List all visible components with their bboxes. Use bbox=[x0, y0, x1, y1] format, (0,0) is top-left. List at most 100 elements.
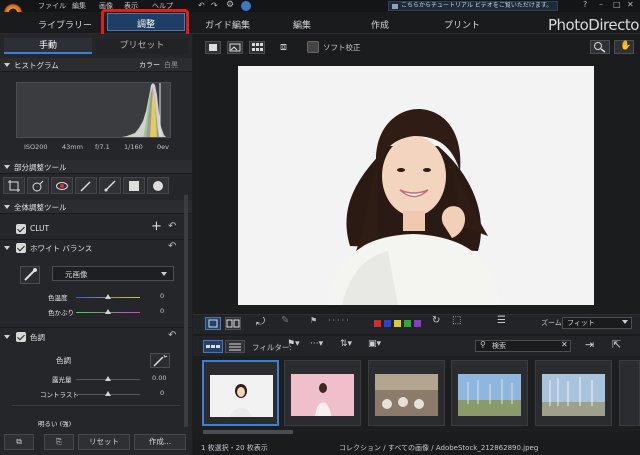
sort-menu-icon[interactable]: ☰ bbox=[497, 315, 506, 326]
crop-overlay-icon[interactable]: ⬚ bbox=[452, 315, 461, 326]
tone-checkbox[interactable] bbox=[16, 332, 26, 342]
sort-order-icon[interactable]: ⇅▾ bbox=[340, 339, 352, 349]
add-clut-icon[interactable]: + bbox=[151, 219, 162, 234]
view-grid-icon[interactable] bbox=[249, 41, 265, 54]
subtab-manual[interactable]: 手動 bbox=[4, 38, 92, 54]
menu-file[interactable]: ファイル bbox=[38, 1, 66, 11]
filmstrip-view-button[interactable] bbox=[203, 340, 223, 353]
tab-print[interactable]: プリント bbox=[444, 18, 480, 31]
stack-dropdown-icon[interactable]: ▣▾ bbox=[368, 339, 381, 349]
brand-wordmark: PhotoDirector bbox=[548, 16, 640, 34]
tab-edit[interactable]: 編集 bbox=[293, 18, 311, 31]
maximize-icon[interactable]: □ bbox=[613, 0, 621, 9]
view-single-icon[interactable] bbox=[205, 41, 221, 54]
histogram-section-header[interactable]: ヒストグラム カラー 白黒 bbox=[0, 58, 192, 72]
red-eye-tool-button[interactable] bbox=[51, 177, 73, 194]
minimize-icon[interactable]: – bbox=[599, 0, 603, 9]
selection-count: 1 枚選択・20 枚表示 bbox=[201, 444, 268, 452]
contrast-slider-knob[interactable] bbox=[105, 391, 111, 396]
white-balance-checkbox[interactable] bbox=[16, 243, 26, 253]
purple-label-swatch[interactable] bbox=[414, 320, 421, 327]
blue-label-swatch[interactable] bbox=[384, 320, 391, 327]
filmstrip-thumbnail[interactable] bbox=[284, 360, 361, 426]
flag-icon[interactable]: ⚑ bbox=[310, 316, 317, 325]
tint-slider-knob[interactable] bbox=[105, 309, 111, 314]
partial-adjust-section-header[interactable]: 部分調整ツール bbox=[0, 160, 192, 174]
search-icon: ⚲ bbox=[480, 340, 486, 349]
crop-tool-button[interactable] bbox=[3, 177, 25, 194]
graduated-filter-tool-button[interactable] bbox=[123, 177, 145, 194]
adjustment-brush-tool-button[interactable] bbox=[75, 177, 97, 194]
red-label-swatch[interactable] bbox=[374, 320, 381, 327]
main-photo[interactable] bbox=[238, 66, 594, 305]
settings-gear-icon[interactable]: ⚙ bbox=[226, 0, 234, 10]
reset-tone-icon[interactable]: ↶ bbox=[168, 330, 176, 341]
green-label-swatch[interactable] bbox=[404, 320, 411, 327]
yellow-label-swatch[interactable] bbox=[394, 320, 401, 327]
histogram-bw-toggle[interactable]: 白黒 bbox=[164, 60, 178, 70]
copy-settings-button[interactable]: ⎘ bbox=[44, 434, 74, 450]
auto-tone-wand-icon[interactable] bbox=[150, 353, 170, 368]
pan-hand-icon[interactable]: ✋ bbox=[614, 40, 634, 54]
white-balance-title: ホワイト バランス bbox=[30, 244, 93, 253]
view-image-icon[interactable] bbox=[227, 41, 243, 54]
filmstrip-thumbnail[interactable] bbox=[619, 360, 640, 426]
tab-library[interactable]: ライブラリー bbox=[38, 18, 92, 31]
filmstrip-scrollbar[interactable] bbox=[203, 430, 293, 434]
update-notification-icon[interactable] bbox=[241, 1, 251, 11]
spot-removal-tool-button[interactable] bbox=[27, 177, 49, 194]
radial-filter-tool-button[interactable] bbox=[147, 177, 169, 194]
white-balance-eyedropper-icon[interactable] bbox=[20, 266, 40, 284]
clear-search-icon[interactable]: ✕ bbox=[561, 340, 568, 349]
filmstrip-thumbnail[interactable] bbox=[535, 360, 612, 426]
histogram-focal-length: 43mm bbox=[62, 143, 83, 151]
redo-icon[interactable]: ↷ bbox=[211, 1, 218, 10]
exposure-label: 露光量 bbox=[52, 376, 72, 384]
tab-guided-edit[interactable]: ガイド編集 bbox=[205, 18, 250, 31]
histogram-color-toggle[interactable]: カラー bbox=[139, 60, 160, 70]
brush-tool-button[interactable] bbox=[99, 177, 121, 194]
compare-before-after-button[interactable]: ⧉ bbox=[4, 434, 34, 450]
tutorial-notice-banner[interactable]: こちらからチュートリアル ビデオをご覧いただけます。 bbox=[388, 1, 558, 11]
filmstrip-thumbnail[interactable] bbox=[202, 360, 279, 426]
soft-proof-checkbox[interactable] bbox=[307, 41, 319, 53]
exposure-slider-knob[interactable] bbox=[105, 376, 111, 381]
collapse-triangle-icon bbox=[4, 165, 10, 169]
star-rating-dots[interactable]: ····· bbox=[328, 316, 351, 325]
tab-create[interactable]: 作成 bbox=[371, 18, 389, 31]
reset-button[interactable]: リセット bbox=[78, 434, 130, 450]
reset-clut-icon[interactable]: ↶ bbox=[168, 221, 176, 232]
collapse-triangle-icon[interactable] bbox=[4, 246, 10, 250]
compare-view-button[interactable] bbox=[225, 317, 241, 330]
white-balance-preset-select[interactable]: 元画像 bbox=[52, 266, 174, 281]
refresh-icon[interactable]: ↻ bbox=[432, 315, 440, 326]
temperature-slider-knob[interactable] bbox=[105, 294, 111, 299]
histogram-iso: ISO200 bbox=[24, 143, 48, 151]
create-preset-button[interactable]: 作成... bbox=[134, 434, 186, 450]
import-icon[interactable]: ⇥ bbox=[585, 338, 594, 351]
second-monitor-icon[interactable]: ⧈ bbox=[280, 40, 287, 54]
filter-rating-dropdown-icon[interactable]: ···▾ bbox=[310, 339, 323, 349]
single-view-button[interactable] bbox=[205, 317, 221, 330]
filter-flag-dropdown-icon[interactable]: ⚑▾ bbox=[287, 339, 300, 349]
subtab-preset[interactable]: プリセット bbox=[96, 38, 188, 54]
menu-edit[interactable]: 編集 bbox=[72, 1, 86, 11]
help-icon[interactable]: ? bbox=[583, 0, 587, 9]
zoom-tool-icon[interactable] bbox=[590, 40, 610, 54]
list-view-button[interactable] bbox=[225, 340, 245, 353]
search-input[interactable]: 検索 bbox=[475, 340, 571, 352]
rotate-flip-icon[interactable]: ⤾ bbox=[256, 315, 265, 329]
tint-value: 0 bbox=[160, 307, 165, 315]
export-icon[interactable]: ⇱ bbox=[612, 338, 621, 351]
panel-scrollbar[interactable] bbox=[184, 195, 188, 427]
histogram-title: ヒストグラム bbox=[14, 61, 59, 70]
global-adjust-section-header[interactable]: 全体調整ツール bbox=[0, 200, 192, 214]
reset-white-balance-icon[interactable]: ↶ bbox=[168, 241, 176, 252]
clut-checkbox[interactable] bbox=[16, 224, 26, 234]
close-icon[interactable]: ✕ bbox=[627, 0, 634, 9]
filmstrip-thumbnail[interactable] bbox=[451, 360, 528, 426]
undo-icon[interactable]: ↶ bbox=[198, 1, 205, 10]
collapse-triangle-icon[interactable] bbox=[4, 335, 10, 339]
filmstrip-thumbnail[interactable] bbox=[368, 360, 445, 426]
soft-proof-label: ソフト校正 bbox=[323, 43, 361, 52]
